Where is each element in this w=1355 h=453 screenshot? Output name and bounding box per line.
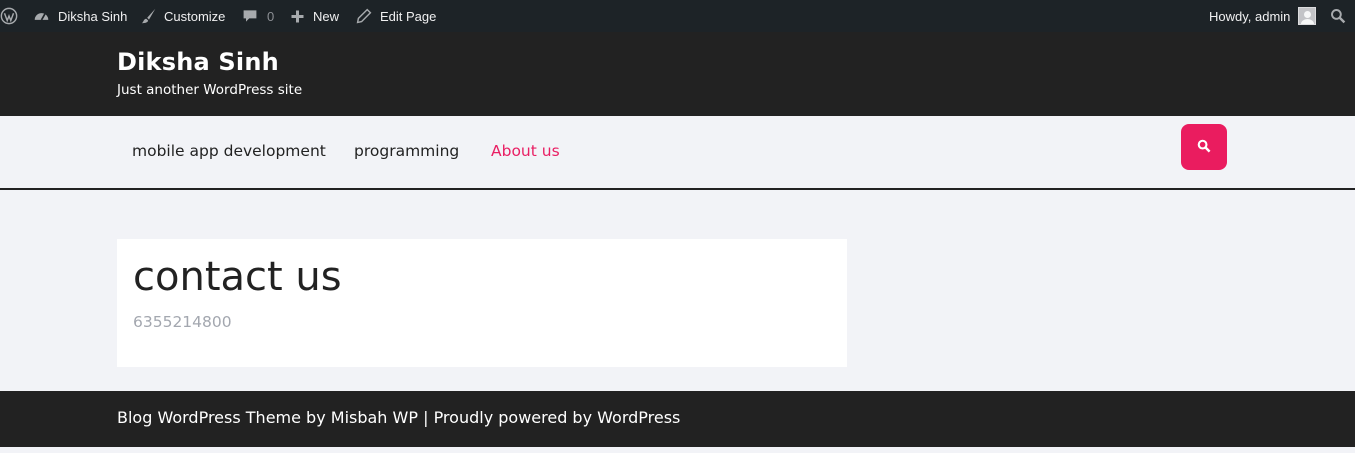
new-content-menu[interactable]: New bbox=[290, 0, 339, 32]
page-content: contact us 6355214800 bbox=[117, 239, 847, 367]
comment-icon bbox=[242, 8, 258, 24]
comments-link[interactable]: 0 bbox=[242, 0, 274, 32]
page-body-text: 6355214800 bbox=[133, 313, 232, 331]
nav-item-programming[interactable]: programming bbox=[354, 142, 459, 160]
page-title: contact us bbox=[133, 254, 342, 300]
wordpress-logo-icon bbox=[0, 7, 18, 25]
site-tagline: Just another WordPress site bbox=[117, 82, 303, 98]
customize-link[interactable]: Customize bbox=[140, 0, 225, 32]
nav-item-mobile-app-development[interactable]: mobile app development bbox=[132, 142, 326, 160]
brush-icon bbox=[140, 7, 158, 25]
dashboard-icon bbox=[33, 8, 50, 25]
nav-item-about-us[interactable]: About us bbox=[491, 142, 560, 160]
plus-icon bbox=[290, 9, 305, 24]
avatar bbox=[1298, 7, 1317, 25]
search-button[interactable] bbox=[1181, 124, 1227, 170]
site-header: Diksha Sinh Just another WordPress site bbox=[0, 32, 1355, 116]
site-name-menu[interactable]: Diksha Sinh bbox=[33, 0, 127, 32]
admin-bar: Diksha Sinh Customize 0 New Edit Page Ho… bbox=[0, 0, 1355, 32]
edit-page-label: Edit Page bbox=[380, 8, 437, 24]
search-icon bbox=[1330, 8, 1346, 24]
site-footer: Blog WordPress Theme by Misbah WP | Prou… bbox=[0, 391, 1355, 447]
new-label: New bbox=[313, 8, 340, 24]
comments-count: 0 bbox=[267, 8, 275, 24]
site-title[interactable]: Diksha Sinh bbox=[117, 48, 279, 76]
search-icon bbox=[1197, 138, 1211, 157]
main-navigation: mobile app development programming About… bbox=[0, 116, 1355, 190]
pencil-icon bbox=[356, 8, 372, 24]
edit-page-link[interactable]: Edit Page bbox=[356, 0, 436, 32]
howdy-label: Howdy, admin bbox=[1209, 8, 1291, 24]
customize-label: Customize bbox=[164, 8, 226, 24]
admin-search[interactable] bbox=[1330, 0, 1346, 32]
footer-credits: Blog WordPress Theme by Misbah WP | Prou… bbox=[117, 408, 681, 427]
wordpress-menu[interactable] bbox=[0, 0, 18, 32]
my-account-menu[interactable]: Howdy, admin bbox=[1209, 0, 1317, 32]
site-name-label: Diksha Sinh bbox=[58, 8, 128, 24]
